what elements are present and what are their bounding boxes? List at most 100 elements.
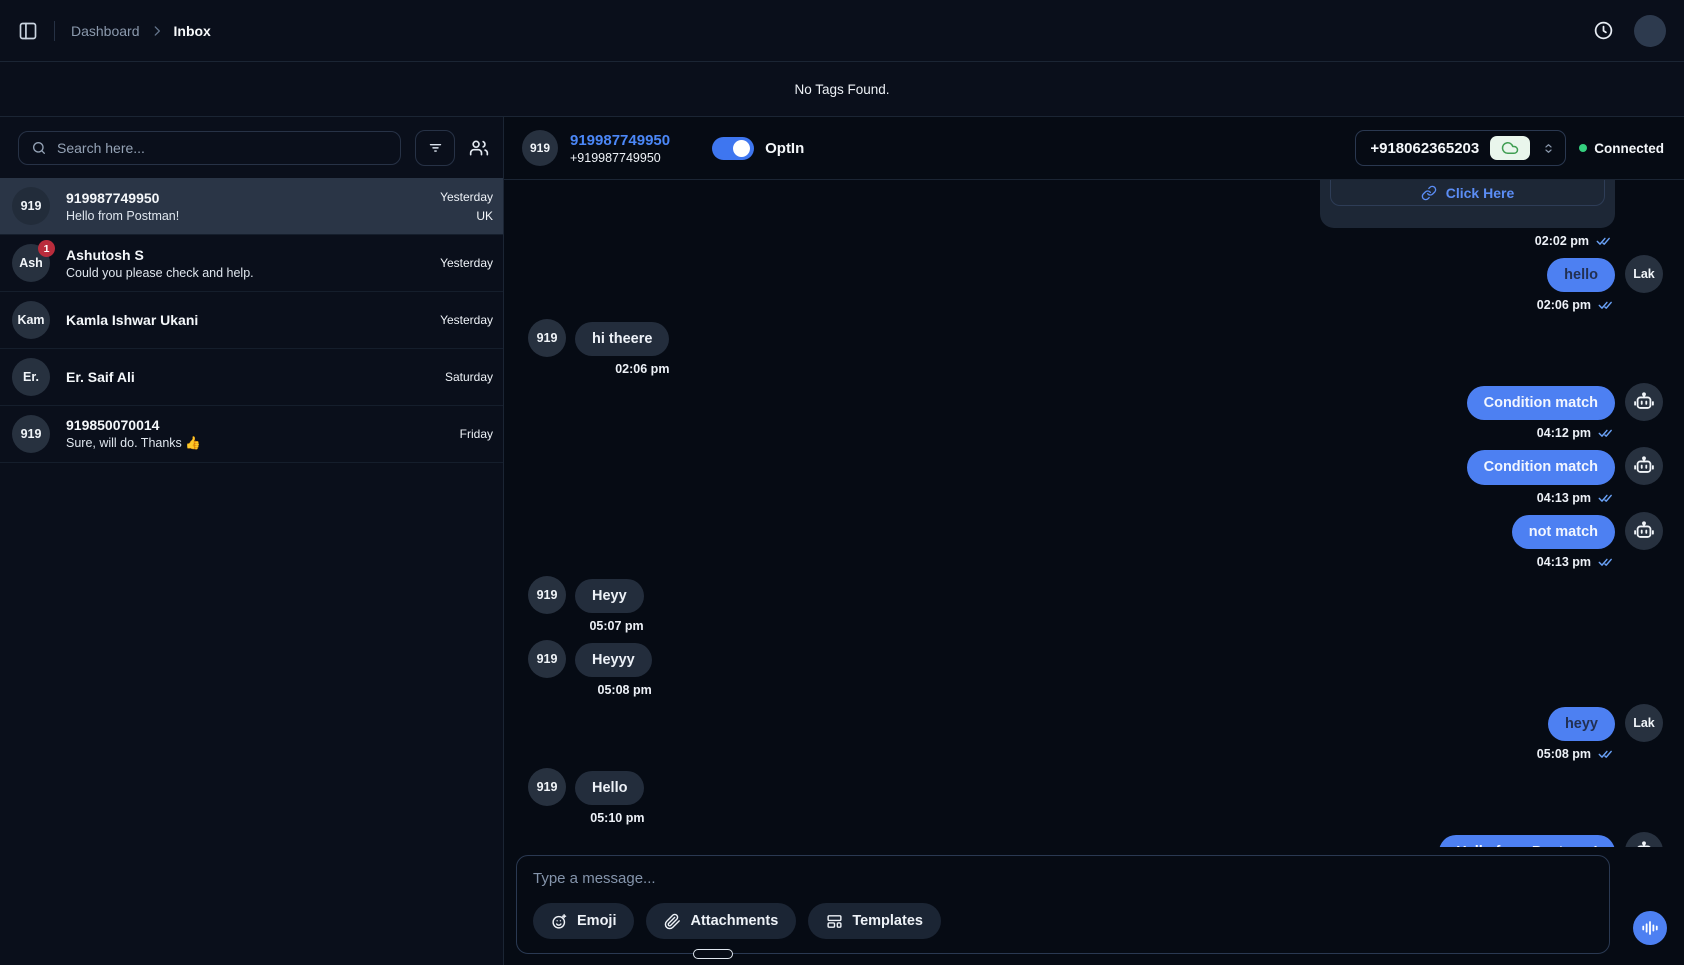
template-message-group: Click Here 02:02 pm	[528, 180, 1615, 248]
optin-toggle[interactable]	[712, 137, 754, 160]
incoming-message-group: 919 Hello 05:10 pm	[528, 771, 1663, 825]
conversation-list-item[interactable]: 919 919987749950 Hello from Postman! Yes…	[0, 178, 503, 235]
composer-resize-handle[interactable]	[693, 949, 733, 959]
sender-avatar: Lak	[1625, 255, 1663, 293]
chat-contact-phone: +919987749950	[570, 151, 670, 165]
double-check-icon	[1598, 492, 1615, 504]
emoji-button-label: Emoji	[577, 913, 616, 929]
click-here-button[interactable]: Click Here	[1330, 180, 1605, 206]
chevron-right-icon	[150, 24, 164, 38]
conversation-time: Friday	[460, 427, 493, 441]
message-bubble: not match	[1512, 515, 1615, 549]
message-input[interactable]	[533, 870, 1593, 887]
message-bubble: Hello	[575, 771, 644, 805]
outgoing-message-group: Condition match 04:13 pm	[528, 450, 1663, 504]
conversation-time: Yesterday	[440, 190, 493, 204]
conversation-name: 919987749950	[66, 190, 424, 206]
voice-message-button[interactable]	[1633, 911, 1667, 945]
message-time: 02:02 pm	[1535, 234, 1589, 248]
filter-button[interactable]	[415, 130, 455, 166]
conversation-avatar: 919	[12, 415, 50, 453]
outgoing-message-group: Condition match 04:12 pm	[528, 386, 1663, 440]
click-here-label: Click Here	[1446, 185, 1514, 201]
conversation-time: Yesterday	[440, 313, 493, 327]
message-bubble: Condition match	[1467, 386, 1615, 420]
conversation-time: Saturday	[445, 370, 493, 384]
robot-icon	[1633, 455, 1655, 477]
toggle-knob	[733, 140, 750, 157]
message-time: 05:08 pm	[1537, 747, 1591, 761]
sidebar-toggle-button[interactable]	[18, 21, 38, 41]
message-time: 05:07 pm	[589, 619, 643, 633]
sender-avatar: 919	[528, 576, 566, 614]
message-time: 04:13 pm	[1537, 555, 1591, 569]
optin-label: OptIn	[765, 140, 804, 157]
templates-button-label: Templates	[852, 913, 923, 929]
message-list: Click Here 02:02 pm hello 02:06 pm Lak 9…	[504, 180, 1684, 847]
conversation-name: 919850070014	[66, 417, 444, 433]
emoji-button[interactable]: Emoji	[533, 903, 634, 939]
bot-avatar	[1625, 383, 1663, 421]
smile-plus-icon	[551, 913, 568, 930]
outgoing-message-group: Hello from Postman! 05:10 pm	[528, 835, 1663, 847]
conversation-name: Er. Saif Ali	[66, 369, 429, 385]
templates-button[interactable]: Templates	[808, 903, 941, 939]
conversation-preview: Hello from Postman!	[66, 209, 424, 223]
conversation-list-item[interactable]: Kam Kamla Ishwar Ukani Yesterday	[0, 292, 503, 349]
robot-icon	[1633, 520, 1655, 542]
conversation-list-item[interactable]: Er. Er. Saif Ali Saturday	[0, 349, 503, 406]
attachments-button[interactable]: Attachments	[646, 903, 796, 939]
double-check-icon	[1598, 299, 1615, 311]
message-bubble: Heyy	[575, 579, 644, 613]
status-dot-icon	[1579, 144, 1587, 152]
conversation-country-tag: UK	[476, 209, 493, 223]
chat-contact-avatar: 919	[522, 130, 558, 166]
conversation-name: Kamla Ishwar Ukani	[66, 312, 424, 328]
no-tags-banner: No Tags Found.	[0, 62, 1684, 117]
incoming-message-group: 919 Heyy 05:07 pm	[528, 579, 1663, 633]
search-input[interactable]	[57, 140, 388, 156]
outgoing-message-group: not match 04:13 pm	[528, 515, 1663, 569]
conversation-preview: Could you please check and help.	[66, 266, 424, 280]
sender-avatar: Lak	[1625, 704, 1663, 742]
conversation-list: 919 919987749950 Hello from Postman! Yes…	[0, 178, 503, 463]
selected-number: +918062365203	[1370, 140, 1479, 157]
topbar-divider	[54, 21, 55, 41]
double-check-icon	[1596, 235, 1613, 247]
profile-avatar[interactable]	[1634, 15, 1666, 47]
unread-count-badge: 1	[38, 240, 55, 257]
message-time: 05:08 pm	[598, 683, 652, 697]
filter-icon	[427, 139, 444, 156]
message-bubble: hi theere	[575, 322, 669, 356]
sender-avatar: 919	[528, 640, 566, 678]
conversation-avatar: 919	[12, 187, 50, 225]
connection-status: Connected	[1579, 141, 1664, 156]
template-message-card: Click Here	[1320, 180, 1615, 228]
history-button[interactable]	[1593, 20, 1614, 41]
breadcrumb-dashboard[interactable]: Dashboard	[71, 23, 140, 39]
search-box	[18, 131, 401, 165]
conversation-list-item[interactable]: 919 919850070014 Sure, will do. Thanks 👍…	[0, 406, 503, 463]
robot-icon	[1633, 840, 1655, 847]
attachments-button-label: Attachments	[690, 913, 778, 929]
message-bubble: Hello from Postman!	[1439, 835, 1615, 847]
double-check-icon	[1598, 427, 1615, 439]
message-bubble: Heyyy	[575, 643, 652, 677]
outgoing-message-group: hello 02:06 pm Lak	[528, 258, 1663, 312]
incoming-message-group: 919 Heyyy 05:08 pm	[528, 643, 1663, 697]
contacts-button[interactable]	[469, 138, 489, 158]
users-icon	[469, 138, 489, 158]
layout-templates-icon	[826, 913, 843, 930]
conversations-panel: 919 919987749950 Hello from Postman! Yes…	[0, 117, 504, 965]
double-check-icon	[1598, 556, 1615, 568]
conversation-preview: Sure, will do. Thanks 👍	[66, 436, 444, 451]
search-icon	[31, 140, 47, 156]
sender-avatar: 919	[528, 319, 566, 357]
number-select[interactable]: +918062365203	[1355, 130, 1566, 166]
chat-area: 919 919987749950 +919987749950 OptIn +91…	[504, 117, 1684, 965]
chat-contact-name[interactable]: 919987749950	[570, 132, 670, 149]
sender-avatar: 919	[528, 768, 566, 806]
breadcrumb-inbox: Inbox	[174, 23, 211, 39]
conversation-list-item[interactable]: Ash 1 Ashutosh S Could you please check …	[0, 235, 503, 292]
bot-avatar	[1625, 512, 1663, 550]
